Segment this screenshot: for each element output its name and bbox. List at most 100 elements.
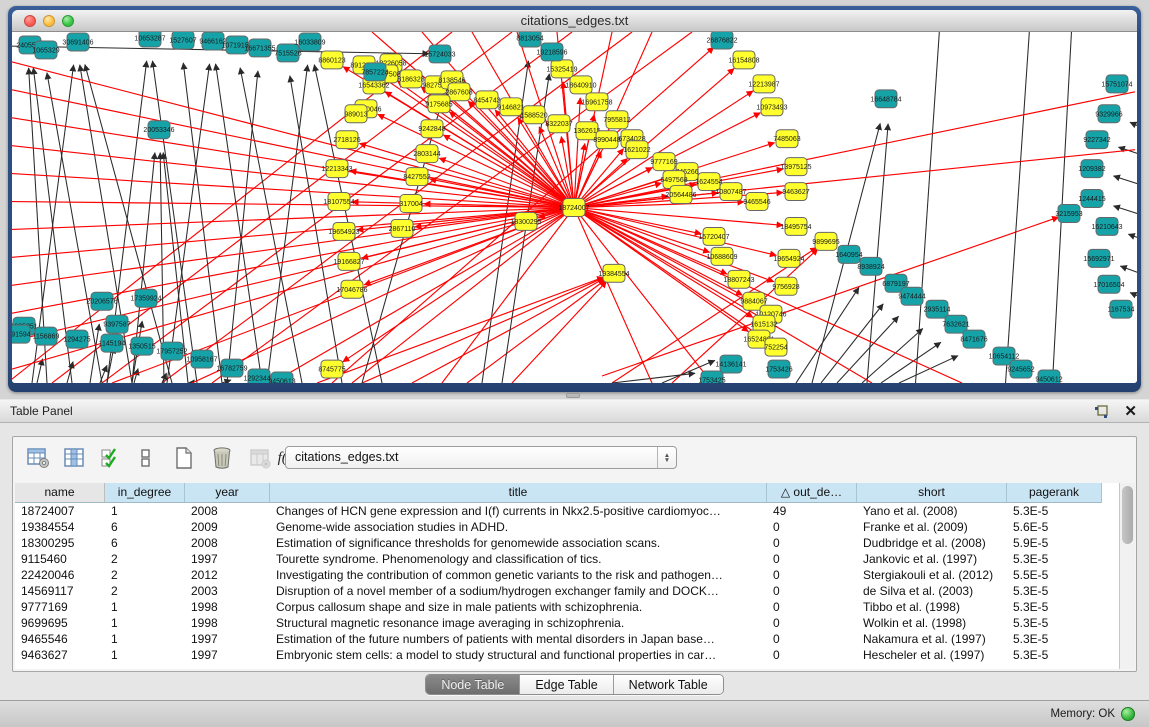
table-cell-in_degree[interactable]: 6	[105, 535, 185, 551]
table-cell-name[interactable]: 9463627	[15, 647, 105, 663]
network-node[interactable]: 1527607	[169, 32, 196, 49]
table-cell-title[interactable]: Tourette syndrome. Phenomenology and cla…	[270, 551, 767, 567]
network-node[interactable]: 19166827	[333, 252, 364, 270]
network-node[interactable]: 10653287	[134, 32, 165, 47]
network-node[interactable]: 19654924	[773, 249, 804, 267]
table-cell-short[interactable]: Hescheler et al. (1997)	[857, 647, 1007, 663]
table-cell-year[interactable]: 1997	[185, 631, 270, 647]
network-node[interactable]: 20206576	[86, 292, 117, 310]
table-cell-title[interactable]: Disruption of a novel member of a sodium…	[270, 583, 767, 599]
table-cell-short[interactable]: Yano et al. (2008)	[857, 503, 1007, 519]
network-node[interactable]: 16961758	[581, 93, 612, 111]
table-cell-title[interactable]: Embryonic stem cells: a model to study s…	[270, 647, 767, 663]
table-cell-pagerank[interactable]: 5.5E-5	[1007, 567, 1102, 583]
table-cell-out_degree[interactable]: 0	[767, 615, 857, 631]
network-node[interactable]: 18495754	[780, 217, 811, 235]
row-height-icon[interactable]	[133, 445, 159, 471]
table-select-dropdown[interactable]: citations_edges.txt ▲▼	[285, 446, 677, 469]
network-node[interactable]: 9450613	[268, 372, 295, 383]
table-cell-short[interactable]: Jankovic et al. (1997)	[857, 551, 1007, 567]
table-cell-title[interactable]: Estimation of the future numbers of pati…	[270, 631, 767, 647]
network-node[interactable]: 17016504	[1093, 275, 1124, 293]
table-cell-name[interactable]: 9115460	[15, 551, 105, 567]
network-node[interactable]: 7857224	[361, 63, 388, 81]
network-node[interactable]: 2803144	[413, 145, 440, 163]
column-header-title[interactable]: title	[270, 483, 767, 503]
network-node[interactable]: 18807243	[723, 270, 754, 288]
network-node[interactable]: 752254	[764, 338, 787, 356]
network-canvas[interactable]: 1872400788601238912954182260589827508165…	[12, 32, 1137, 383]
network-node[interactable]: 9465546	[743, 193, 770, 211]
network-node[interactable]: 1350515	[128, 337, 155, 355]
table-cell-in_degree[interactable]: 1	[105, 503, 185, 519]
table-cell-in_degree[interactable]: 2	[105, 567, 185, 583]
table-row[interactable]: 1872400712008Changes of HCN gene express…	[15, 503, 1120, 519]
network-node[interactable]: 12213343	[321, 160, 352, 178]
network-node[interactable]: 9899695	[812, 232, 839, 250]
table-cell-pagerank[interactable]: 5.3E-5	[1007, 615, 1102, 631]
new-file-icon[interactable]	[171, 445, 197, 471]
table-cell-title[interactable]: Structural magnetic resonance image aver…	[270, 615, 767, 631]
table-cell-pagerank[interactable]: 5.3E-5	[1007, 647, 1102, 663]
table-cell-short[interactable]: de Silva et al. (2003)	[857, 583, 1007, 599]
network-node[interactable]: 7515526	[274, 44, 301, 62]
tab-edge-table[interactable]: Edge Table	[520, 675, 613, 694]
table-row[interactable]: 969969511998Structural magnetic resonanc…	[15, 615, 1120, 631]
network-node[interactable]: 9777169	[650, 153, 677, 171]
table-cell-short[interactable]: Tibbo et al. (1998)	[857, 599, 1007, 615]
table-cell-out_degree[interactable]: 0	[767, 551, 857, 567]
network-node[interactable]: 9397587	[103, 315, 130, 333]
table-cell-year[interactable]: 2008	[185, 503, 270, 519]
table-row[interactable]: 946362711997Embryonic stem cells: a mode…	[15, 647, 1120, 663]
table-cell-short[interactable]: Dudbridge et al. (2008)	[857, 535, 1007, 551]
network-node[interactable]: 1209382	[1078, 160, 1105, 178]
network-node[interactable]: 13975125	[780, 158, 811, 176]
network-node[interactable]: 9245652	[1007, 360, 1034, 378]
table-cell-pagerank[interactable]: 5.3E-5	[1007, 583, 1102, 599]
network-node[interactable]: 1753426	[765, 360, 792, 378]
network-node[interactable]: 1065329	[32, 41, 59, 59]
network-node[interactable]: 18300295	[510, 212, 541, 230]
network-window-titlebar[interactable]: citations_edges.txt	[12, 10, 1137, 32]
network-node[interactable]: 1145194	[99, 334, 126, 352]
network-node[interactable]: 10807487	[715, 183, 746, 201]
table-cell-out_degree[interactable]: 0	[767, 631, 857, 647]
close-panel-icon[interactable]: ✕	[1124, 402, 1137, 420]
table-scrollbar-thumb[interactable]	[1122, 486, 1133, 544]
table-cell-name[interactable]: 22420046	[15, 567, 105, 583]
table-row[interactable]: 1830029562008Estimation of significance …	[15, 535, 1120, 551]
network-node[interactable]: 1244415	[1078, 190, 1105, 208]
table-cell-in_degree[interactable]: 1	[105, 599, 185, 615]
network-node[interactable]: 15720407	[698, 227, 729, 245]
network-node[interactable]: 9756928	[772, 277, 799, 295]
table-cell-in_degree[interactable]: 1	[105, 631, 185, 647]
table-cell-out_degree[interactable]: 0	[767, 599, 857, 615]
memory-status-indicator[interactable]	[1121, 707, 1135, 721]
table-cell-name[interactable]: 18724007	[15, 503, 105, 519]
table-cell-out_degree[interactable]: 0	[767, 583, 857, 599]
table-cell-year[interactable]: 1998	[185, 599, 270, 615]
network-node[interactable]: 8322037	[545, 115, 572, 133]
table-cell-name[interactable]: 9777169	[15, 599, 105, 615]
network-node[interactable]: 20564486	[665, 186, 696, 204]
table-cell-title[interactable]: Corpus callosum shape and size in male p…	[270, 599, 767, 615]
table-cell-in_degree[interactable]: 1	[105, 615, 185, 631]
table-cell-short[interactable]: Franke et al. (2009)	[857, 519, 1007, 535]
network-node[interactable]: 16782759	[216, 359, 247, 377]
network-node[interactable]: 19218596	[536, 43, 567, 61]
show-columns-icon[interactable]	[61, 445, 87, 471]
network-node[interactable]: 26876822	[706, 32, 737, 49]
table-scrollbar[interactable]	[1119, 483, 1135, 669]
table-cell-out_degree[interactable]: 0	[767, 519, 857, 535]
table-cell-in_degree[interactable]: 1	[105, 647, 185, 663]
table-cell-year[interactable]: 2009	[185, 519, 270, 535]
network-node[interactable]: 9463627	[782, 183, 809, 201]
network-node[interactable]: 1294275	[63, 330, 90, 348]
table-cell-out_degree[interactable]: 0	[767, 535, 857, 551]
network-node[interactable]: 10958167	[186, 350, 217, 368]
network-node[interactable]: 12213987	[748, 75, 779, 93]
network-node[interactable]: 8186328	[397, 70, 424, 88]
tab-network-table[interactable]: Network Table	[614, 675, 723, 694]
network-node[interactable]: 17957252	[156, 342, 187, 360]
column-header-out_degree[interactable]: △ out_de…	[767, 483, 857, 503]
